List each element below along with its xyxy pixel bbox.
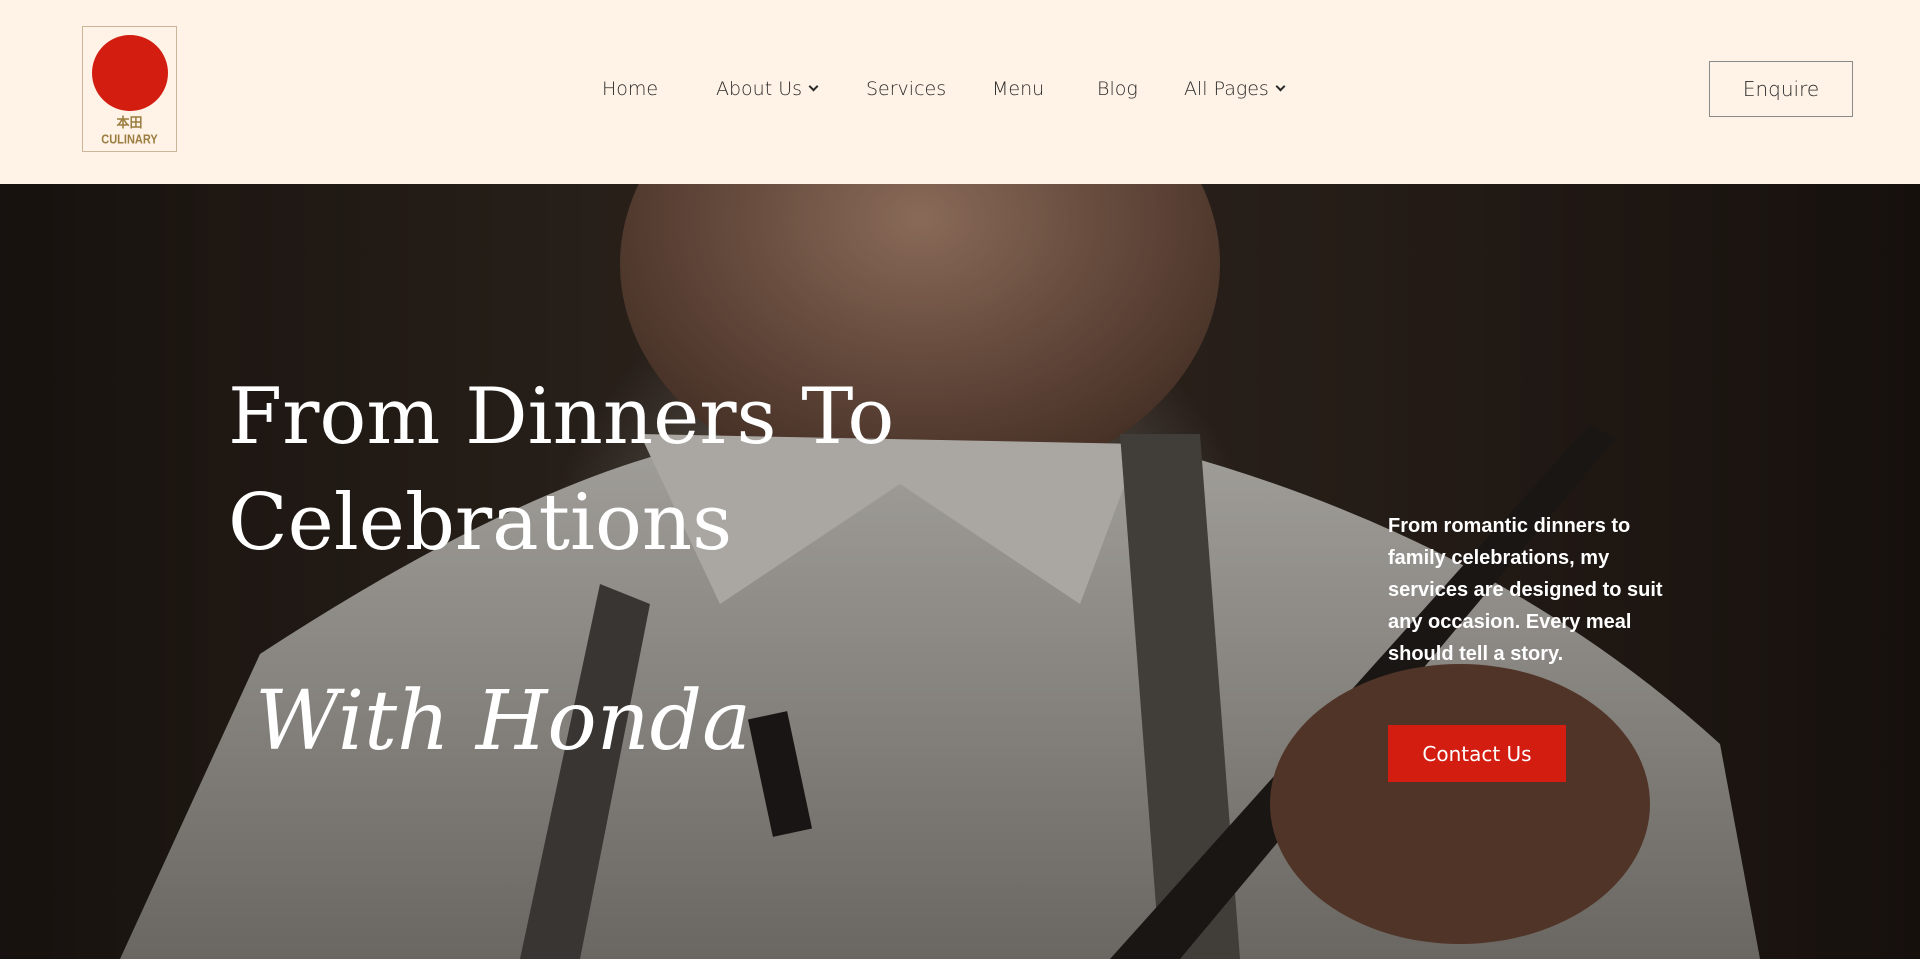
contact-us-button[interactable]: Contact Us <box>1388 725 1566 782</box>
logo-kanji: 本田 <box>116 116 143 131</box>
logo-wordmark: CULINARY <box>101 133 158 147</box>
brand-logo[interactable]: 本田 CULINARY <box>82 26 177 152</box>
hero-subtitle: With Honda <box>255 674 751 769</box>
nav-menu[interactable]: Menu <box>992 76 1044 102</box>
nav-home-label: Home <box>602 78 659 100</box>
hero-description: From romantic dinners to family celebrat… <box>1388 515 1663 665</box>
nav-services[interactable]: Services <box>866 76 946 102</box>
nav-about-us[interactable]: About Us <box>716 76 819 102</box>
nav-home[interactable]: Home <box>602 76 658 102</box>
hero-section: From Dinners To Celebrations With Honda … <box>0 184 1920 959</box>
chevron-down-icon <box>1275 81 1286 92</box>
rising-sun-icon <box>91 35 168 111</box>
nav-about-us-label: About Us <box>716 78 803 100</box>
hero-title: From Dinners To Celebrations <box>228 372 895 568</box>
nav-services-label: Services <box>866 78 947 100</box>
site-header: 本田 CULINARY Home About Us Services Menu … <box>0 0 1920 184</box>
nav-menu-label: Menu <box>992 78 1045 100</box>
nav-blog[interactable]: Blog <box>1097 76 1138 102</box>
nav-blog-label: Blog <box>1097 78 1138 100</box>
enquire-button[interactable]: Enquire <box>1709 61 1853 117</box>
chevron-down-icon <box>808 81 819 92</box>
nav-all-pages[interactable]: All Pages <box>1184 76 1286 102</box>
nav-all-pages-label: All Pages <box>1184 78 1269 100</box>
